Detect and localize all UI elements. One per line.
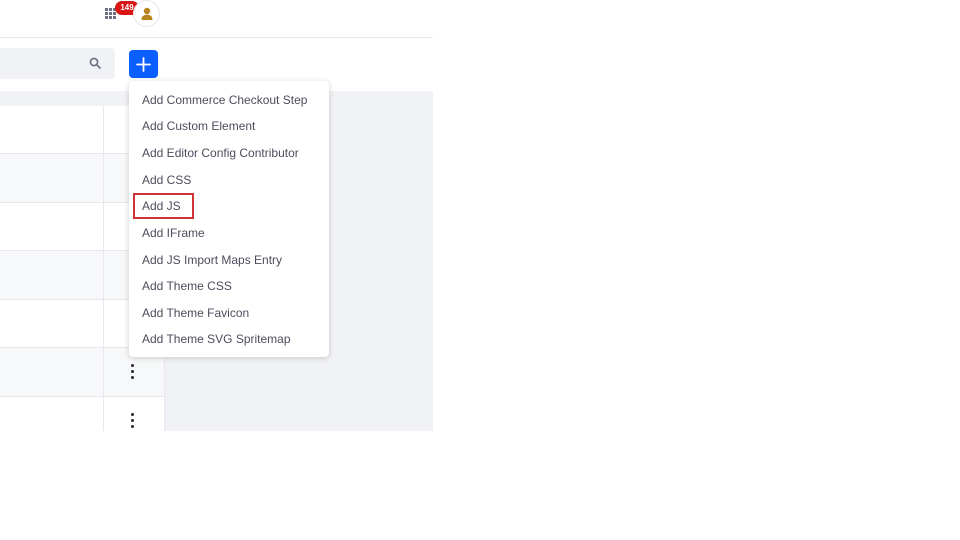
user-icon <box>141 7 153 20</box>
add-menu-dropdown: Add Commerce Checkout Step Add Custom El… <box>129 81 329 357</box>
search-input[interactable] <box>0 48 92 79</box>
menu-item-add-css[interactable]: Add CSS <box>142 172 191 188</box>
menu-item-add-editor-config-contributor[interactable]: Add Editor Config Contributor <box>142 145 299 161</box>
menu-item-add-custom-element[interactable]: Add Custom Element <box>142 118 255 134</box>
menu-item-add-theme-favicon[interactable]: Add Theme Favicon <box>142 305 249 321</box>
plus-icon <box>136 57 151 72</box>
search-icon[interactable] <box>89 57 101 69</box>
table-row[interactable] <box>0 397 165 431</box>
menu-item-add-commerce-checkout-step[interactable]: Add Commerce Checkout Step <box>142 92 307 108</box>
search-bar <box>0 48 115 79</box>
add-button[interactable] <box>129 50 158 78</box>
app-viewport: 149 Add Commerce Checkout Step Add Custo… <box>0 0 433 431</box>
avatar[interactable] <box>133 0 160 27</box>
row-actions-kebab-icon[interactable] <box>126 412 140 430</box>
top-bar: 149 <box>0 0 433 38</box>
menu-item-add-theme-css[interactable]: Add Theme CSS <box>142 278 232 294</box>
menu-item-add-js[interactable]: Add JS <box>142 198 181 214</box>
menu-item-add-iframe[interactable]: Add IFrame <box>142 225 205 241</box>
row-actions-kebab-icon[interactable] <box>126 363 140 381</box>
menu-item-add-theme-svg-spritemap[interactable]: Add Theme SVG Spritemap <box>142 331 291 347</box>
menu-item-add-js-import-maps-entry[interactable]: Add JS Import Maps Entry <box>142 252 282 268</box>
